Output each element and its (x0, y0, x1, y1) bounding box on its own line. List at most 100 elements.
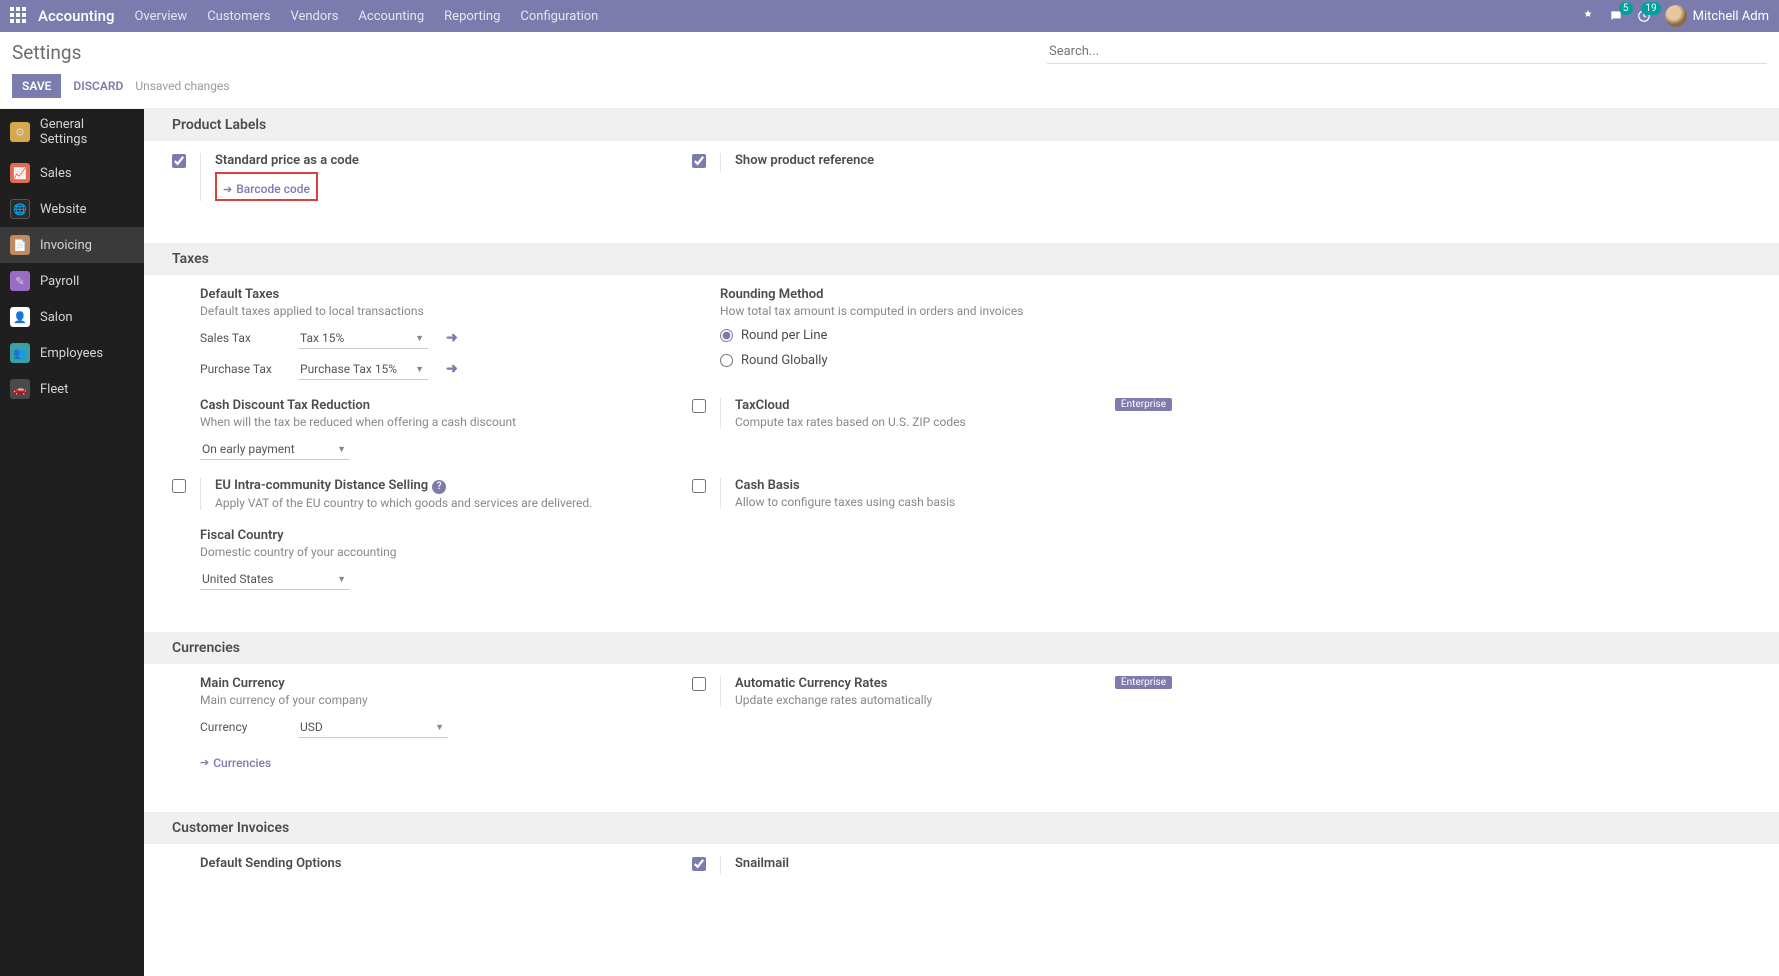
currency-label: Currency (200, 720, 286, 734)
external-link-icon[interactable]: ➜ (446, 330, 458, 346)
purchase-tax-label: Purchase Tax (200, 362, 286, 376)
checkbox-cash-basis[interactable] (692, 479, 706, 493)
sidebar-item-fleet[interactable]: 🚗 Fleet (0, 371, 144, 407)
default-taxes-title: Default Taxes (200, 287, 652, 302)
main-content: Product Labels Standard price as a code … (144, 109, 1779, 976)
fiscal-title: Fiscal Country (200, 528, 652, 543)
cash-discount-input[interactable] (200, 439, 350, 460)
section-header-invoices: Customer Invoices (144, 812, 1779, 844)
checkbox-auto-rates[interactable] (692, 677, 706, 691)
default-sending-title: Default Sending Options (200, 856, 652, 871)
fiscal-country-input[interactable] (200, 569, 350, 590)
auto-rates-title: Automatic Currency Rates (735, 676, 1172, 691)
radio-round-line[interactable] (720, 329, 733, 342)
salon-icon: 👤 (10, 307, 30, 327)
nav-reporting[interactable]: Reporting (444, 9, 500, 24)
sidebar-label: Website (40, 202, 87, 217)
sidebar-item-general[interactable]: ⚙ General Settings (0, 109, 144, 155)
award-icon[interactable] (1581, 9, 1595, 23)
sidebar-label: Payroll (40, 274, 79, 289)
checkbox-taxcloud[interactable] (692, 399, 706, 413)
default-taxes-desc: Default taxes applied to local transacti… (200, 304, 652, 318)
taxcloud-title: TaxCloud (735, 398, 1172, 413)
std-price-title: Standard price as a code (215, 153, 652, 168)
unsaved-label: Unsaved changes (135, 79, 229, 93)
checkbox-eu-distance[interactable] (172, 479, 186, 493)
round-line-label: Round per Line (741, 328, 827, 343)
checkbox-show-ref[interactable] (692, 154, 706, 168)
user-name: Mitchell Adm (1693, 9, 1769, 24)
main-currency-desc: Main currency of your company (200, 693, 652, 707)
user-menu[interactable]: Mitchell Adm (1665, 5, 1769, 27)
globe-icon: 🌐 (10, 199, 30, 219)
apps-icon[interactable] (10, 7, 28, 25)
enterprise-badge: Enterprise (1115, 676, 1172, 689)
sidebar-label: Salon (40, 310, 73, 325)
app-name[interactable]: Accounting (38, 7, 114, 25)
nav-customers[interactable]: Customers (207, 9, 270, 24)
eu-desc: Apply VAT of the EU country to which goo… (215, 496, 652, 510)
sales-tax-label: Sales Tax (200, 331, 286, 345)
avatar (1665, 5, 1687, 27)
payroll-icon: ✎ (10, 271, 30, 291)
page-header: Settings (0, 32, 1779, 68)
currency-input[interactable] (298, 717, 448, 738)
round-global-label: Round Globally (741, 353, 828, 368)
employees-icon: 👥 (10, 343, 30, 363)
activity-icon[interactable]: 19 (1637, 9, 1651, 23)
checkbox-snailmail[interactable] (692, 857, 706, 871)
nav-overview[interactable]: Overview (134, 9, 187, 24)
sales-tax-input[interactable] (298, 328, 428, 349)
chart-icon: 📈 (10, 163, 30, 183)
main-currency-title: Main Currency (200, 676, 652, 691)
checkbox-std-price[interactable] (172, 154, 186, 168)
discard-button[interactable]: DISCARD (73, 79, 123, 93)
settings-sidebar: ⚙ General Settings 📈 Sales 🌐 Website 📄 Invoi… (0, 109, 144, 976)
search-input[interactable] (1047, 40, 1767, 64)
cash-basis-title: Cash Basis (735, 478, 1172, 493)
fiscal-desc: Domestic country of your accounting (200, 545, 652, 559)
sidebar-item-payroll[interactable]: ✎ Payroll (0, 263, 144, 299)
cash-discount-title: Cash Discount Tax Reduction (200, 398, 652, 413)
external-link-icon[interactable]: ➜ (446, 361, 458, 377)
enterprise-badge: Enterprise (1115, 398, 1172, 411)
nav-accounting[interactable]: Accounting (358, 9, 424, 24)
nav-menu: Overview Customers Vendors Accounting Re… (134, 9, 598, 24)
sidebar-item-website[interactable]: 🌐 Website (0, 191, 144, 227)
rounding-desc: How total tax amount is computed in orde… (720, 304, 1172, 318)
car-icon: 🚗 (10, 379, 30, 399)
cash-basis-desc: Allow to configure taxes using cash basi… (735, 495, 1172, 509)
sidebar-item-employees[interactable]: 👥 Employees (0, 335, 144, 371)
top-nav: Accounting Overview Customers Vendors Ac… (0, 0, 1779, 32)
help-icon[interactable]: ? (432, 480, 446, 494)
show-ref-title: Show product reference (735, 153, 1172, 168)
radio-round-global[interactable] (720, 354, 733, 367)
action-bar: SAVE DISCARD Unsaved changes (0, 68, 1779, 109)
section-header-currencies: Currencies (144, 632, 1779, 664)
sidebar-item-sales[interactable]: 📈 Sales (0, 155, 144, 191)
gear-icon: ⚙ (10, 122, 30, 142)
purchase-tax-input[interactable] (298, 359, 428, 380)
currencies-link[interactable]: Currencies (200, 756, 271, 770)
sidebar-label: Fleet (40, 382, 68, 397)
sidebar-label: Sales (40, 166, 72, 181)
save-button[interactable]: SAVE (12, 74, 61, 98)
snailmail-title: Snailmail (735, 856, 1172, 871)
messages-badge: 5 (1619, 2, 1633, 15)
eu-title: EU Intra-community Distance Selling? (215, 478, 652, 494)
invoice-icon: 📄 (10, 235, 30, 255)
barcode-code-link[interactable]: Barcode code (223, 182, 310, 196)
sidebar-label: Employees (40, 346, 103, 361)
page-title: Settings (12, 41, 81, 64)
sidebar-label: General Settings (40, 117, 134, 147)
section-header-product-labels: Product Labels (144, 109, 1779, 141)
taxcloud-desc: Compute tax rates based on U.S. ZIP code… (735, 415, 1172, 429)
section-header-taxes: Taxes (144, 243, 1779, 275)
nav-vendors[interactable]: Vendors (290, 9, 338, 24)
sidebar-item-salon[interactable]: 👤 Salon (0, 299, 144, 335)
messages-icon[interactable]: 5 (1609, 9, 1623, 23)
sidebar-item-invoicing[interactable]: 📄 Invoicing (0, 227, 144, 263)
activity-badge: 19 (1641, 2, 1660, 15)
nav-configuration[interactable]: Configuration (520, 9, 598, 24)
sidebar-label: Invoicing (40, 238, 92, 253)
